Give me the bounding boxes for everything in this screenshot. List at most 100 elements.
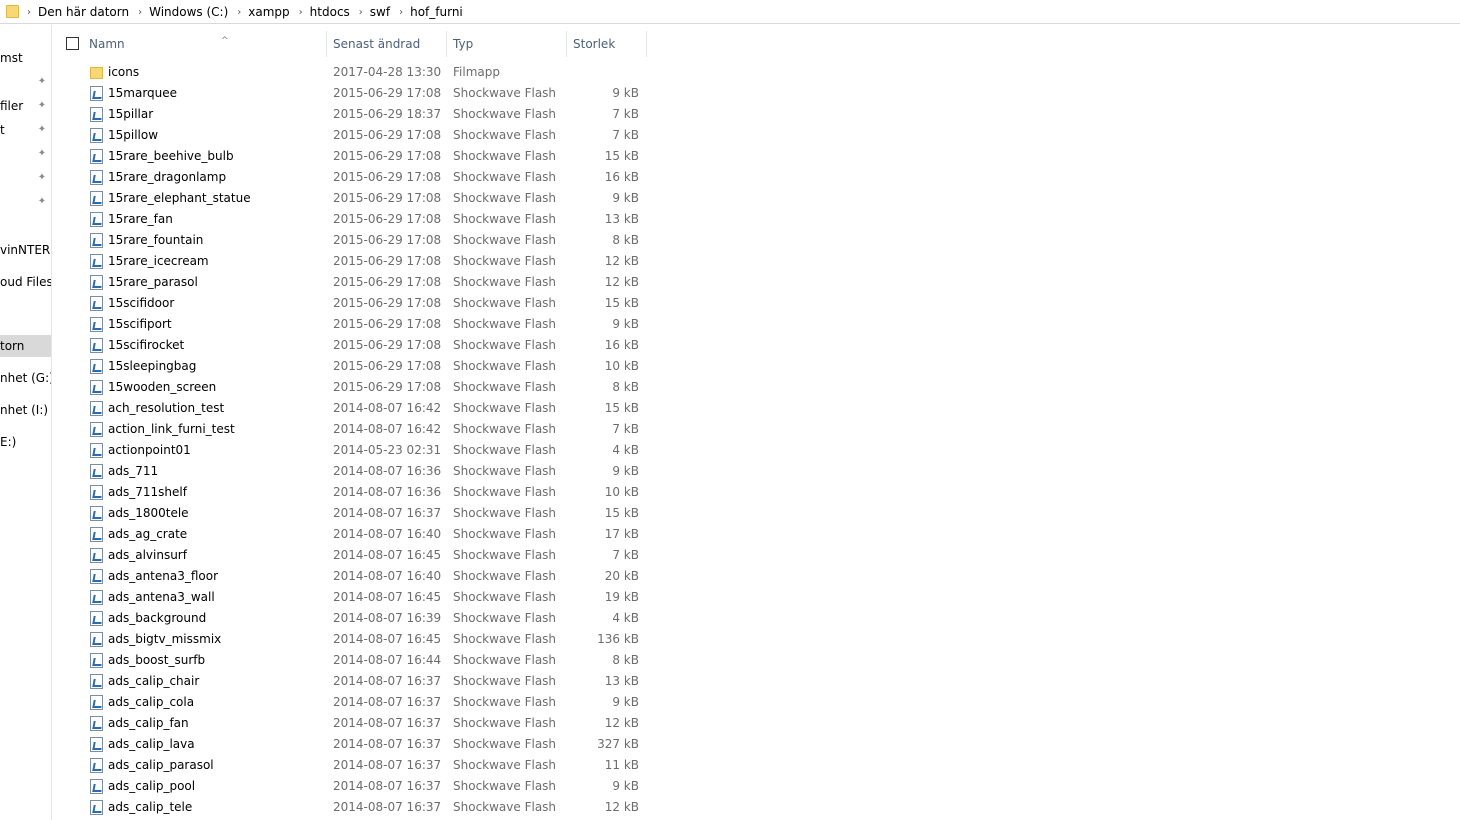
column-header-size[interactable]: Storlek [567, 31, 647, 57]
file-row[interactable]: 15pillar 2015-06-29 18:37 Shockwave Flash 7… [53, 104, 653, 125]
file-row[interactable]: 15pillow 2015-06-29 17:08 Shockwave Flash 7… [53, 125, 653, 146]
column-header-type[interactable]: Typ [447, 31, 567, 57]
file-row[interactable]: action_link_furni_test 2014-08-07 16:42 Sh… [53, 419, 653, 440]
nav-item[interactable]: vinNTERN [0, 239, 51, 261]
chevron-right-icon[interactable]: › [138, 7, 142, 18]
file-row[interactable]: 15wooden_screen 2015-06-29 17:08 Shockwave… [53, 377, 653, 398]
breadcrumb-item[interactable]: hof_furni [410, 4, 463, 20]
file-modified-date: 2014-08-07 16:37 [333, 674, 442, 688]
file-type: Shockwave Flash [453, 128, 557, 142]
file-row[interactable]: ads_calip_cola 2014-08-07 16:37 Shockwave … [53, 692, 653, 713]
file-size: 4 kB [612, 443, 639, 457]
file-name: 15rare_icecream [108, 254, 209, 268]
file-row[interactable]: actionpoint01 2014-05-23 02:31 Shockwave F… [53, 440, 653, 461]
file-modified-date: 2015-06-29 17:08 [333, 254, 442, 268]
file-type: Shockwave Flash [453, 590, 557, 604]
chevron-right-icon[interactable]: › [237, 7, 241, 18]
file-name: 15rare_fan [108, 212, 173, 226]
nav-item[interactable]: ✦ [0, 71, 51, 93]
file-row[interactable]: 15rare_elephant_statue 2015-06-29 17:08 Sh… [53, 188, 653, 209]
breadcrumb-item[interactable]: Windows (C:) [149, 4, 228, 20]
nav-item[interactable]: nhet (I:) TI [0, 399, 51, 421]
chevron-right-icon[interactable]: › [359, 7, 363, 18]
file-type: Shockwave Flash [453, 779, 557, 793]
nav-item[interactable]: filer ✦ [0, 95, 51, 117]
file-name: icons [108, 65, 140, 79]
file-row[interactable]: ads_background 2014-08-07 16:39 Shockwave … [53, 608, 653, 629]
file-row[interactable]: ads_calip_chair 2014-08-07 16:37 Shockwave… [53, 671, 653, 692]
nav-item[interactable]: ✦ [0, 167, 51, 189]
file-row[interactable]: ads_boost_surfb 2014-08-07 16:44 Shockwave… [53, 650, 653, 671]
swf-file-icon [90, 191, 103, 206]
nav-item-label: vinNTERN [0, 243, 51, 257]
file-modified-date: 2014-08-07 16:37 [333, 716, 442, 730]
nav-item[interactable]: t ✦ [0, 119, 51, 141]
file-type: Shockwave Flash [453, 212, 557, 226]
file-row[interactable]: 15scifiport 2015-06-29 17:08 Shockwave Fla… [53, 314, 653, 335]
nav-item-label: mst [0, 51, 23, 65]
column-header-name-label: Namn [89, 37, 125, 51]
file-row[interactable]: ads_711shelf 2014-08-07 16:36 Shockwave Fl… [53, 482, 653, 503]
column-header-date[interactable]: Senast ändrad [327, 31, 447, 57]
file-row[interactable]: ach_resolution_test 2014-08-07 16:42 Shock… [53, 398, 653, 419]
file-name: ads_calip_chair [108, 674, 200, 688]
file-name: ads_alvinsurf [108, 548, 187, 562]
nav-item[interactable]: E:) [0, 431, 51, 453]
file-row[interactable]: 15rare_parasol 2015-06-29 17:08 Shockwave … [53, 272, 653, 293]
file-row[interactable]: ads_antena3_floor 2014-08-07 16:40 Shockwa… [53, 566, 653, 587]
file-modified-date: 2014-08-07 16:40 [333, 569, 442, 583]
select-all-checkbox[interactable] [66, 37, 79, 50]
file-type: Shockwave Flash [453, 107, 557, 121]
file-row[interactable]: ads_calip_lava 2014-08-07 16:37 Shockwave … [53, 734, 653, 755]
file-row[interactable]: icons 2017-04-28 13:30 Filmapp [53, 62, 653, 83]
file-list: icons 2017-04-28 13:30 Filmapp 15marquee 201… [53, 62, 653, 818]
file-row[interactable]: ads_bigtv_missmix 2014-08-07 16:45 Shockwa… [53, 629, 653, 650]
file-row[interactable]: 15rare_fan 2015-06-29 17:08 Shockwave Flas… [53, 209, 653, 230]
file-row[interactable]: ads_alvinsurf 2014-08-07 16:45 Shockwave F… [53, 545, 653, 566]
file-modified-date: 2015-06-29 17:08 [333, 170, 442, 184]
swf-file-icon [90, 506, 103, 521]
chevron-right-icon[interactable]: › [399, 7, 403, 18]
file-row[interactable]: 15rare_icecream 2015-06-29 17:08 Shockwave… [53, 251, 653, 272]
file-row[interactable]: 15scifidoor 2015-06-29 17:08 Shockwave Fla… [53, 293, 653, 314]
file-row[interactable]: ads_calip_pool 2014-08-07 16:37 Shockwave … [53, 776, 653, 797]
file-row[interactable]: 15rare_fountain 2015-06-29 17:08 Shockwave… [53, 230, 653, 251]
file-modified-date: 2014-08-07 16:39 [333, 611, 442, 625]
nav-item[interactable]: nhet (G:) N [0, 367, 51, 389]
file-name: 15wooden_screen [108, 380, 217, 394]
breadcrumb-item[interactable]: Den här datorn [38, 4, 129, 20]
file-row[interactable]: ads_ag_crate 2014-08-07 16:40 Shockwave Fl… [53, 524, 653, 545]
file-name: ads_antena3_wall [108, 590, 215, 604]
file-row[interactable]: 15scifirocket 2015-06-29 17:08 Shockwave F… [53, 335, 653, 356]
nav-item-label: E:) [0, 435, 17, 449]
breadcrumb-item[interactable]: xampp [248, 4, 289, 20]
swf-file-icon [90, 149, 103, 164]
address-bar[interactable]: › Den här datorn › Windows (C:) › xampp › htdoc… [0, 0, 1460, 24]
swf-file-icon [90, 317, 103, 332]
chevron-right-icon[interactable]: › [299, 7, 303, 18]
file-row[interactable]: 15marquee 2015-06-29 17:08 Shockwave Flash… [53, 83, 653, 104]
nav-item[interactable]: oud Files [0, 271, 51, 293]
file-size: 12 kB [604, 716, 639, 730]
nav-item[interactable]: mst [0, 47, 51, 69]
file-name: ads_calip_cola [108, 695, 195, 709]
breadcrumb-item[interactable]: swf [370, 4, 390, 20]
file-row[interactable]: ads_calip_tele 2014-08-07 16:37 Shockwave … [53, 797, 653, 818]
pin-icon: ✦ [37, 196, 47, 207]
file-row[interactable]: 15rare_dragonlamp 2015-06-29 17:08 Shockwa… [53, 167, 653, 188]
file-row[interactable]: 15rare_beehive_bulb 2015-06-29 17:08 Shock… [53, 146, 653, 167]
chevron-right-icon[interactable]: › [27, 7, 31, 18]
file-row[interactable]: 15sleepingbag 2015-06-29 17:08 Shockwave F… [53, 356, 653, 377]
file-row[interactable]: ads_calip_fan 2014-08-07 16:37 Shockwave F… [53, 713, 653, 734]
file-row[interactable]: ads_antena3_wall 2014-08-07 16:45 Shockwav… [53, 587, 653, 608]
file-row[interactable]: ads_711 2014-08-07 16:36 Shockwave Flash 9 … [53, 461, 653, 482]
nav-item[interactable]: ✦ [0, 143, 51, 165]
column-header-name[interactable]: Namn ^ [83, 31, 327, 57]
swf-file-icon [90, 380, 103, 395]
breadcrumb-item[interactable]: htdocs [310, 4, 350, 20]
nav-item[interactable]: ✦ [0, 191, 51, 213]
nav-item[interactable]: torn [0, 335, 51, 357]
file-modified-date: 2014-08-07 16:37 [333, 779, 442, 793]
file-row[interactable]: ads_1800tele 2014-08-07 16:37 Shockwave Fl… [53, 503, 653, 524]
file-row[interactable]: ads_calip_parasol 2014-08-07 16:37 Shockwa… [53, 755, 653, 776]
